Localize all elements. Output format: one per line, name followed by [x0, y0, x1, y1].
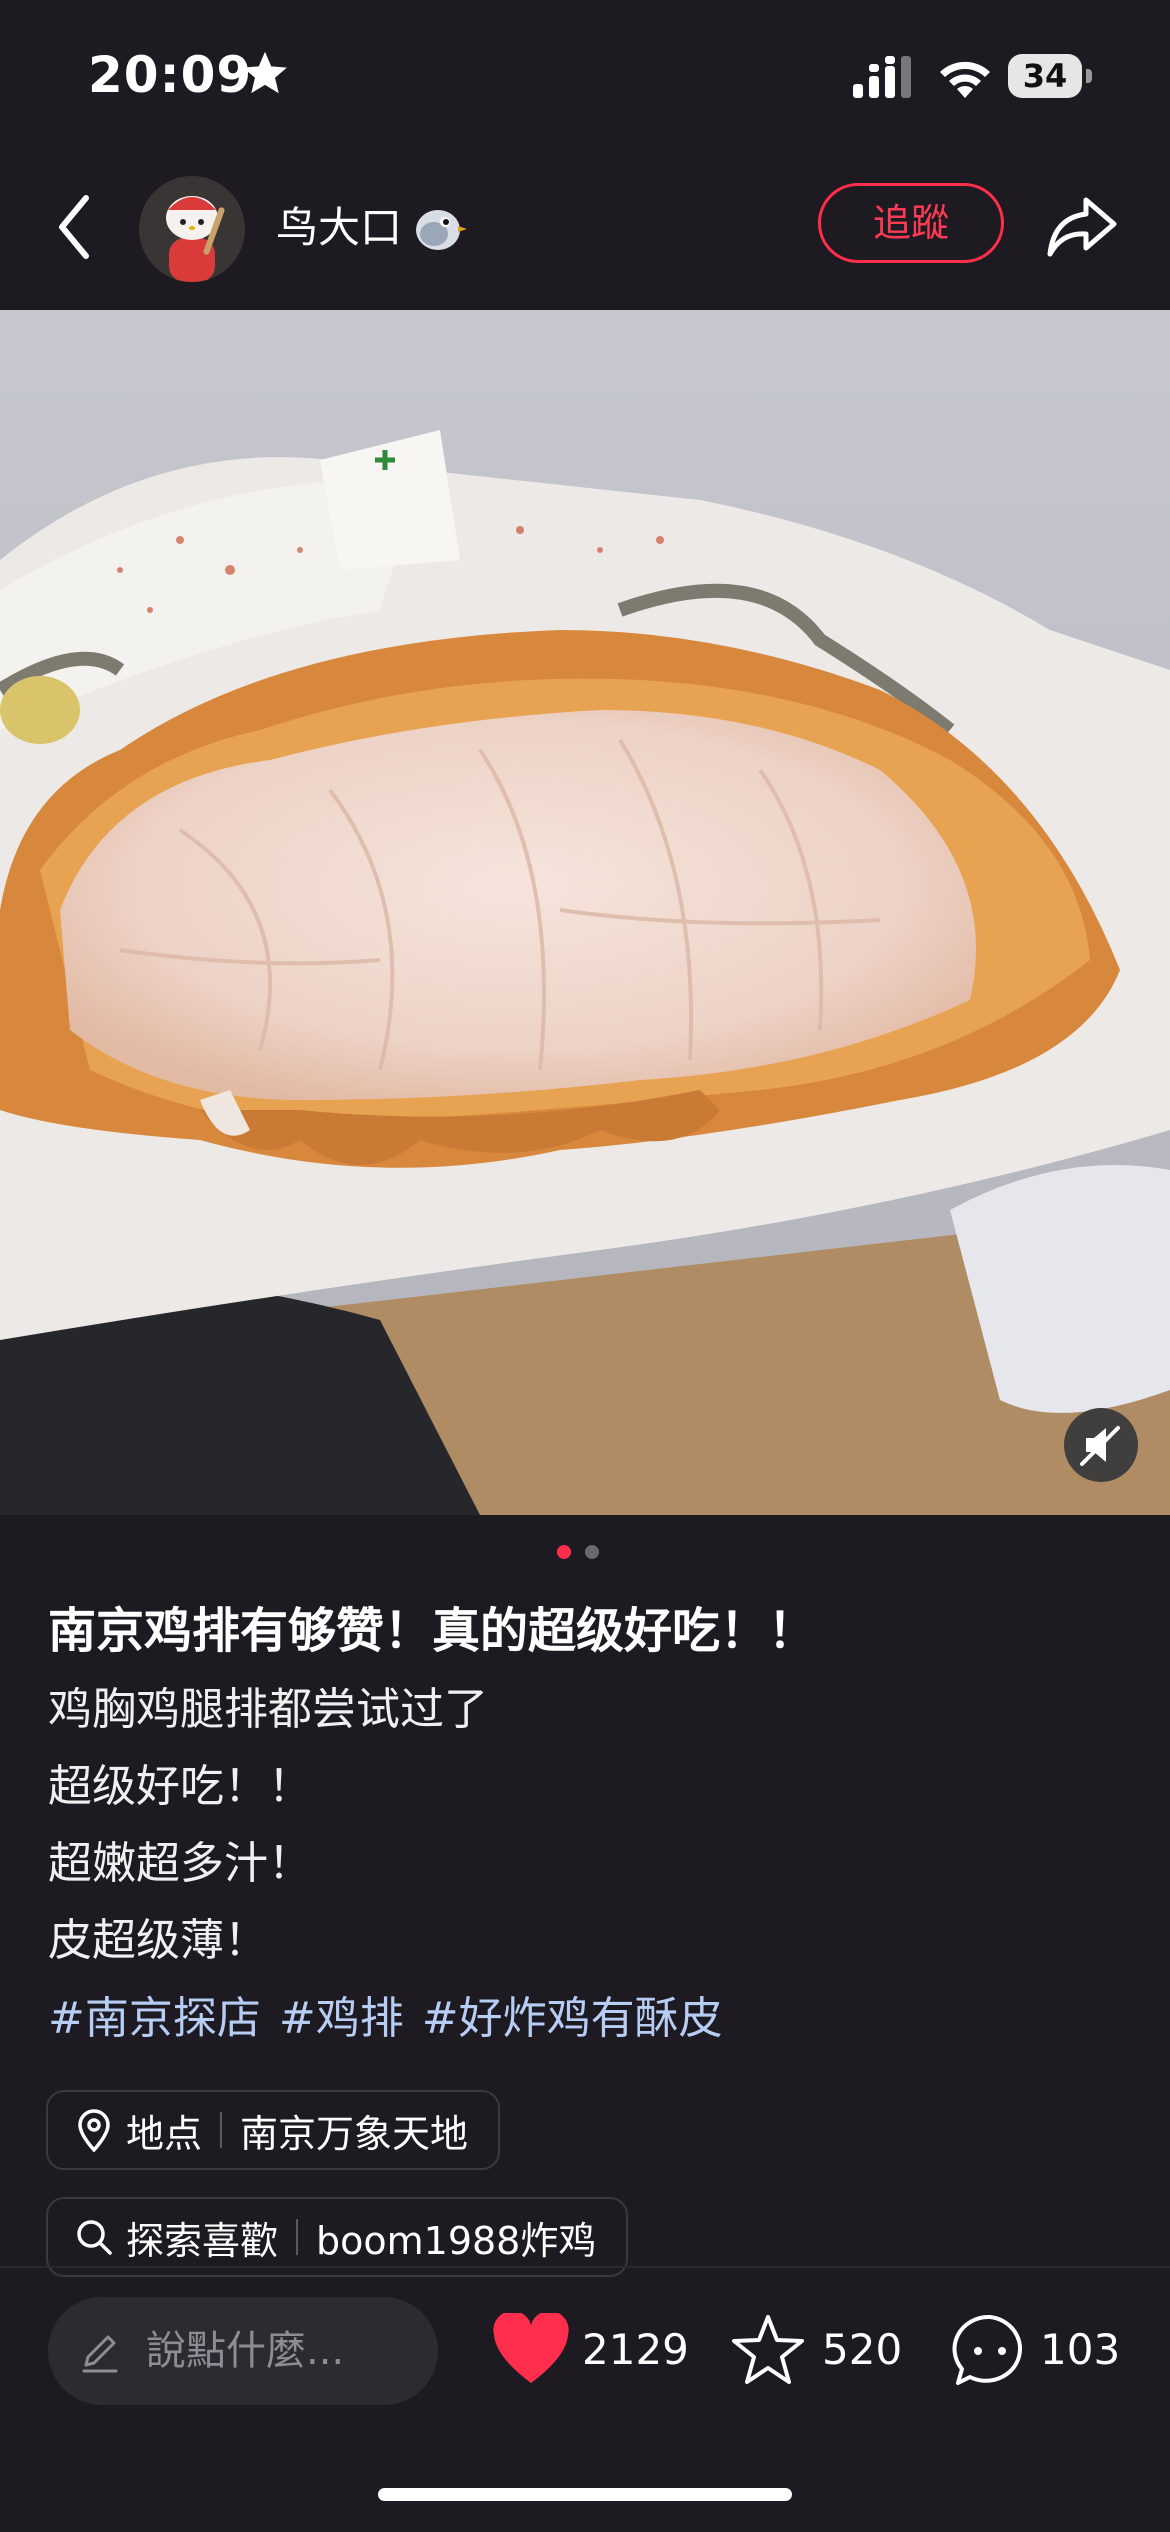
star-outline-icon: [732, 2315, 804, 2384]
hashtag-link[interactable]: #南京探店: [48, 1993, 261, 2044]
wifi-icon: [940, 61, 990, 98]
location-label: 地点: [126, 2111, 203, 2156]
post-title: 南京鸡排有够赞！真的超级好吃！！: [48, 1603, 817, 1659]
comment-button[interactable]: 103: [952, 2305, 1132, 2395]
bird-icon: [416, 210, 467, 250]
chip-divider: [296, 2219, 299, 2255]
explore-label: 探索喜歡: [126, 2218, 279, 2263]
chip-divider: [220, 2112, 223, 2148]
location-chip[interactable]: 地点 南京万象天地: [46, 2090, 501, 2170]
follow-button[interactable]: 追蹤: [818, 183, 1004, 263]
status-bar: 20:09 34: [0, 0, 1170, 150]
explore-chip[interactable]: 探索喜歡 boom1988炸鸡: [46, 2197, 629, 2277]
post-body-line: 鸡胸鸡腿排都尝试过了: [48, 1684, 488, 1735]
post-body-line: 皮超级薄！: [48, 1915, 268, 1966]
post-body-line: 超级好吃！！: [48, 1761, 312, 1812]
bottom-divider: [0, 2266, 1170, 2268]
signal-icon: [853, 56, 911, 98]
back-icon[interactable]: [52, 192, 96, 262]
post-image[interactable]: [0, 310, 1170, 1515]
comment-input[interactable]: 說點什麼...: [48, 2297, 438, 2405]
post-tags: #南京探店 #鸡排 #好炸鸡有酥皮: [48, 1986, 741, 2052]
home-indicator[interactable]: [378, 2488, 792, 2501]
comment-bubble-icon: [952, 2314, 1022, 2385]
search-icon: [77, 2220, 112, 2255]
comment-count: 103: [1040, 2325, 1121, 2374]
username[interactable]: 鸟大口: [276, 198, 402, 258]
carousel-dot: [585, 1545, 599, 1559]
like-count: 2129: [582, 2325, 689, 2374]
star-icon: [243, 51, 287, 94]
hashtag-link[interactable]: #好炸鸡有酥皮: [422, 1993, 723, 2044]
battery-cap: [1086, 69, 1092, 83]
hashtag-link[interactable]: #鸡排: [279, 1993, 404, 2044]
favorite-button[interactable]: 520: [730, 2305, 903, 2395]
post-body-line: 超嫩超多汁！: [48, 1838, 312, 1889]
favorite-count: 520: [822, 2325, 903, 2374]
heart-icon: [493, 2313, 569, 2383]
carousel-dot-active: [557, 1545, 571, 1559]
like-button[interactable]: 2129: [492, 2305, 689, 2395]
carousel-indicator: [0, 1545, 1170, 1561]
comment-placeholder: 說點什麼...: [146, 2328, 345, 2374]
post-header: 鸟大口 追蹤: [0, 150, 1170, 310]
status-time: 20:09: [88, 46, 253, 104]
avatar[interactable]: [139, 176, 245, 282]
share-icon[interactable]: [1046, 194, 1118, 260]
battery-indicator: 34: [1008, 54, 1092, 100]
location-value: 南京万象天地: [240, 2111, 469, 2156]
mute-icon[interactable]: [1064, 1408, 1138, 1482]
location-pin-icon: [78, 2109, 110, 2152]
pencil-icon: [82, 2335, 118, 2373]
explore-value: boom1988炸鸡: [316, 2218, 597, 2263]
battery-level: 34: [1008, 54, 1082, 98]
